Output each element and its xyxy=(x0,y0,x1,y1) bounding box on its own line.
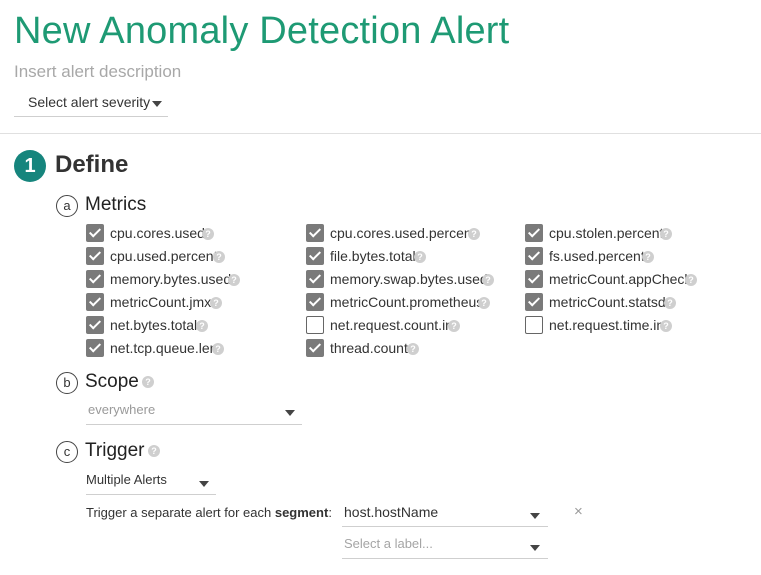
segment-dropdown[interactable]: host.hostName xyxy=(342,498,548,527)
checkbox[interactable] xyxy=(306,270,324,288)
metric-label: metricCount.appCheck xyxy=(549,271,692,287)
close-icon[interactable]: × xyxy=(574,503,583,520)
segment-instruction-suffix: : xyxy=(328,505,332,520)
segment-instruction: Trigger a separate alert for each segmen… xyxy=(86,505,332,520)
help-icon[interactable]: ? xyxy=(642,251,654,263)
segment-instruction-prefix: Trigger a separate alert for each xyxy=(86,505,275,520)
help-icon[interactable]: ? xyxy=(448,320,460,332)
metric-label: cpu.used.percent xyxy=(110,248,218,264)
metric-label: thread.count xyxy=(330,340,408,356)
help-icon[interactable]: ? xyxy=(482,274,494,286)
help-icon[interactable]: ? xyxy=(196,320,208,332)
metric-label: fs.used.percent xyxy=(549,248,645,264)
help-icon[interactable]: ? xyxy=(148,445,160,457)
metric-label: cpu.cores.used.percent xyxy=(330,225,476,241)
chevron-down-icon xyxy=(285,410,295,416)
checkbox[interactable] xyxy=(306,247,324,265)
trigger-mode-value: Multiple Alerts xyxy=(86,472,167,487)
trigger-mode-dropdown[interactable]: Multiple Alerts xyxy=(86,466,216,495)
metric-label: memory.bytes.used xyxy=(110,271,232,287)
help-icon[interactable]: ? xyxy=(685,274,697,286)
metric-label: memory.swap.bytes.used xyxy=(330,271,488,287)
alert-description-input[interactable] xyxy=(14,62,334,82)
help-icon[interactable]: ? xyxy=(407,343,419,355)
checkbox[interactable] xyxy=(525,224,543,242)
checkbox[interactable] xyxy=(306,316,324,334)
metric-label: metricCount.statsd xyxy=(549,294,666,310)
metric-label: net.tcp.queue.len xyxy=(110,340,218,356)
help-icon[interactable]: ? xyxy=(228,274,240,286)
step-title: Define xyxy=(55,151,129,178)
checkbox[interactable] xyxy=(306,339,324,357)
section-marker-trigger: c xyxy=(56,441,78,463)
page-title: New Anomaly Detection Alert xyxy=(14,10,510,52)
chevron-down-icon xyxy=(199,481,209,487)
severity-dropdown[interactable]: Select alert severity xyxy=(14,88,168,117)
checkbox[interactable] xyxy=(86,293,104,311)
help-icon[interactable]: ? xyxy=(414,251,426,263)
checkbox[interactable] xyxy=(306,293,324,311)
section-title-scope: Scope xyxy=(85,371,139,392)
metric-label: cpu.stolen.percent xyxy=(549,225,664,241)
scope-dropdown[interactable]: everywhere xyxy=(86,396,302,425)
help-icon[interactable]: ? xyxy=(660,228,672,240)
help-icon[interactable]: ? xyxy=(210,297,222,309)
checkbox[interactable] xyxy=(86,270,104,288)
help-icon[interactable]: ? xyxy=(478,297,490,309)
metric-label: net.request.time.in xyxy=(549,317,665,333)
section-title-metrics: Metrics xyxy=(85,194,147,215)
divider xyxy=(0,133,761,134)
section-marker-metrics: a xyxy=(56,195,78,217)
section-marker-scope: b xyxy=(56,372,78,394)
chevron-down-icon xyxy=(530,545,540,551)
help-icon[interactable]: ? xyxy=(468,228,480,240)
checkbox[interactable] xyxy=(525,247,543,265)
help-icon[interactable]: ? xyxy=(202,228,214,240)
chevron-down-icon xyxy=(530,513,540,519)
checkbox[interactable] xyxy=(86,224,104,242)
metric-label: net.request.count.in xyxy=(330,317,453,333)
step-number-badge: 1 xyxy=(14,150,46,182)
segment-value: host.hostName xyxy=(344,504,439,520)
checkbox[interactable] xyxy=(525,270,543,288)
metric-label: file.bytes.total xyxy=(330,248,416,264)
severity-dropdown-label: Select alert severity xyxy=(28,94,151,110)
help-icon[interactable]: ? xyxy=(142,376,154,388)
checkbox[interactable] xyxy=(306,224,324,242)
metric-label: cpu.cores.used xyxy=(110,225,205,241)
help-icon[interactable]: ? xyxy=(213,251,225,263)
help-icon[interactable]: ? xyxy=(664,297,676,309)
checkbox[interactable] xyxy=(86,247,104,265)
label-placeholder: Select a label... xyxy=(344,536,433,551)
chevron-down-icon xyxy=(152,101,162,107)
help-icon[interactable]: ? xyxy=(660,320,672,332)
metric-label: net.bytes.total xyxy=(110,317,198,333)
scope-value: everywhere xyxy=(88,402,156,417)
checkbox[interactable] xyxy=(86,316,104,334)
label-dropdown[interactable]: Select a label... xyxy=(342,530,548,559)
metric-label: metricCount.jmx xyxy=(110,294,212,310)
checkbox[interactable] xyxy=(86,339,104,357)
checkbox[interactable] xyxy=(525,316,543,334)
help-icon[interactable]: ? xyxy=(212,343,224,355)
checkbox[interactable] xyxy=(525,293,543,311)
metric-label: metricCount.prometheus xyxy=(330,294,484,310)
segment-keyword: segment xyxy=(274,505,329,520)
section-title-trigger: Trigger xyxy=(85,440,145,461)
